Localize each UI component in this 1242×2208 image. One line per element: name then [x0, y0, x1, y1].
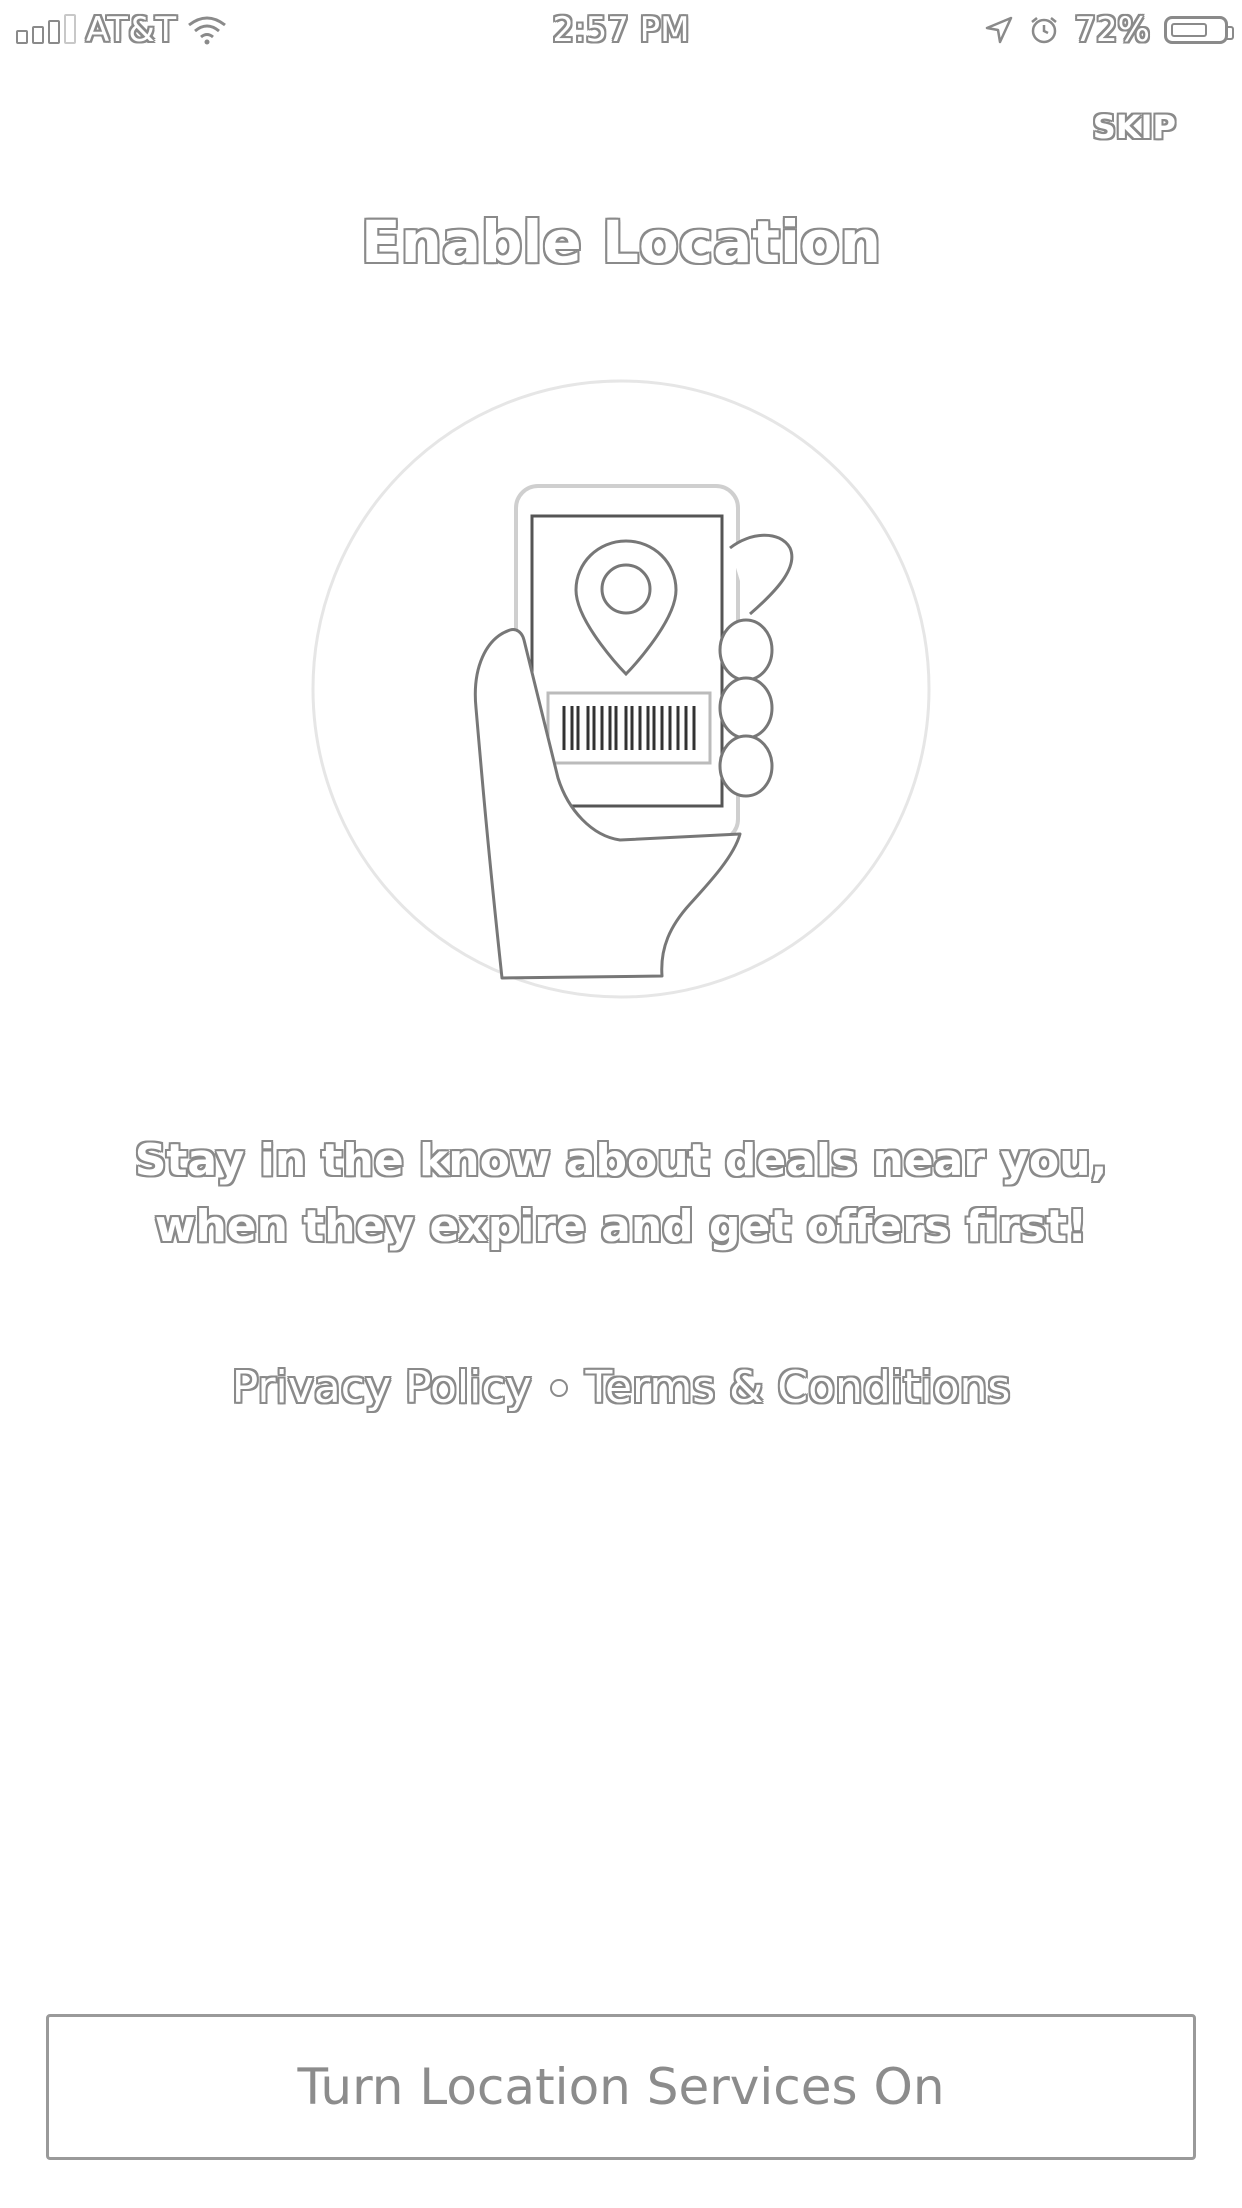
legal-links: Privacy Policy Terms & Conditions: [0, 1362, 1242, 1413]
skip-button[interactable]: SKIP: [1093, 108, 1176, 146]
battery-icon: [1164, 16, 1234, 44]
location-arrow-icon: [986, 16, 1013, 44]
status-right: 72%: [984, 10, 1234, 50]
description-text: Stay in the know about deals near you, w…: [134, 1135, 1108, 1252]
privacy-policy-link[interactable]: Privacy Policy: [232, 1362, 532, 1413]
page-title: Enable Location: [360, 208, 882, 276]
separator-dot: [549, 1378, 568, 1397]
battery-level: [1171, 23, 1207, 37]
alarm-icon: [1031, 17, 1058, 44]
turn-location-on-button[interactable]: Turn Location Services On: [46, 2014, 1196, 2160]
location-phone-illustration: [311, 379, 931, 999]
status-bar: AT&T 2:57 PM 72%: [0, 0, 1242, 60]
battery-percent: 72%: [1074, 10, 1150, 50]
terms-conditions-link[interactable]: Terms & Conditions: [586, 1362, 1011, 1413]
